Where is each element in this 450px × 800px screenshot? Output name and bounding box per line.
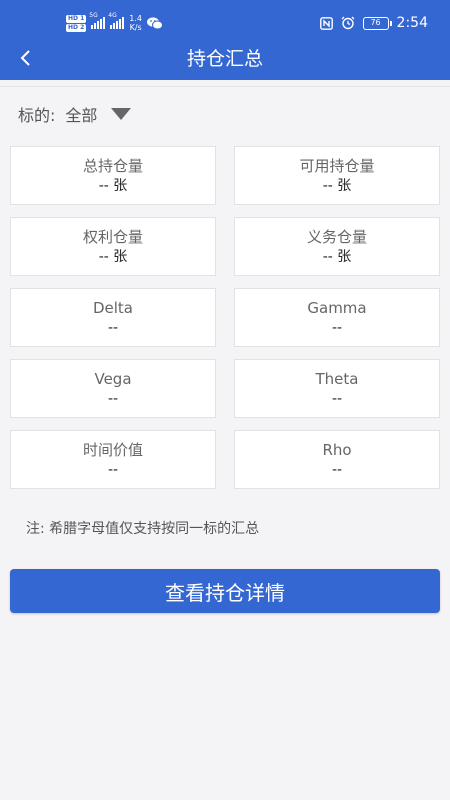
card-value: --: [331, 462, 343, 478]
card-value: --: [107, 391, 119, 407]
signal-icon: 5G: [89, 12, 106, 29]
card-label: Delta: [92, 299, 134, 317]
card-time-value: 时间价值 --: [10, 430, 216, 489]
signal-label: 4G: [108, 12, 117, 19]
app-header: HD 1 HD 2 5G 4G 1.4 K/s 76 2:54 持仓汇总: [0, 0, 450, 80]
hd1-label: HD 1: [66, 14, 87, 23]
card-total-position: 总持仓量 -- 张: [10, 146, 216, 205]
status-bar: HD 1 HD 2 5G 4G 1.4 K/s 76 2:54: [0, 0, 450, 44]
card-label: Rho: [322, 441, 352, 459]
card-label: 总持仓量: [82, 157, 143, 175]
card-label: Gamma: [307, 299, 367, 317]
card-label: 义务仓量: [306, 228, 367, 246]
status-time: 2:54: [396, 15, 428, 31]
signal-label: 5G: [89, 12, 98, 19]
card-label: 可用持仓量: [299, 157, 375, 175]
card-value: --: [331, 391, 343, 407]
hd2-label: HD 2: [66, 23, 87, 32]
speed-unit: K/s: [129, 23, 142, 32]
card-delta: Delta --: [10, 288, 216, 347]
card-value: --: [107, 320, 119, 336]
wechat-icon: [147, 16, 163, 29]
card-theta: Theta --: [234, 359, 440, 418]
network-speed: 1.4 K/s: [129, 14, 142, 32]
page-title: 持仓汇总: [186, 48, 263, 70]
card-value: -- 张: [322, 249, 352, 265]
card-label: Vega: [94, 370, 132, 388]
card-short-position: 义务仓量 -- 张: [234, 217, 440, 276]
hd-badge: HD 1 HD 2: [66, 14, 87, 32]
card-label: Theta: [315, 370, 359, 388]
card-label: 时间价值: [82, 441, 143, 459]
battery-icon: 76: [362, 16, 392, 30]
battery-level: 76: [370, 17, 381, 27]
alarm-icon: [341, 16, 355, 30]
card-gamma: Gamma --: [234, 288, 440, 347]
card-value: -- 张: [98, 178, 128, 194]
card-available-position: 可用持仓量 -- 张: [234, 146, 440, 205]
filter-label: 标的:: [18, 106, 56, 125]
speed-value: 1.4: [129, 14, 142, 23]
underlying-filter[interactable]: 标的: 全部: [18, 100, 132, 128]
card-value: -- 张: [322, 178, 352, 194]
nfc-icon: [319, 16, 333, 30]
view-position-details-button[interactable]: 查看持仓详情: [10, 569, 440, 613]
status-bar-right: 76 2:54: [319, 12, 428, 34]
card-long-position: 权利仓量 -- 张: [10, 217, 216, 276]
card-vega: Vega --: [10, 359, 216, 418]
filter-value[interactable]: 全部: [65, 102, 97, 126]
greek-note: 注: 希腊字母值仅支持按同一标的汇总: [26, 521, 260, 537]
card-value: -- 张: [98, 249, 128, 265]
signal-icon: 4G: [108, 12, 125, 29]
card-value: --: [331, 320, 343, 336]
card-label: 权利仓量: [82, 228, 143, 246]
card-value: --: [107, 462, 119, 478]
divider: [0, 86, 450, 87]
dropdown-triangle-icon[interactable]: [111, 108, 132, 120]
status-bar-left: HD 1 HD 2 5G 4G 1.4 K/s: [66, 12, 163, 34]
summary-grid: 总持仓量 -- 张 可用持仓量 -- 张 权利仓量 -- 张 义务仓量 -- 张…: [10, 146, 440, 489]
card-rho: Rho --: [234, 430, 440, 489]
